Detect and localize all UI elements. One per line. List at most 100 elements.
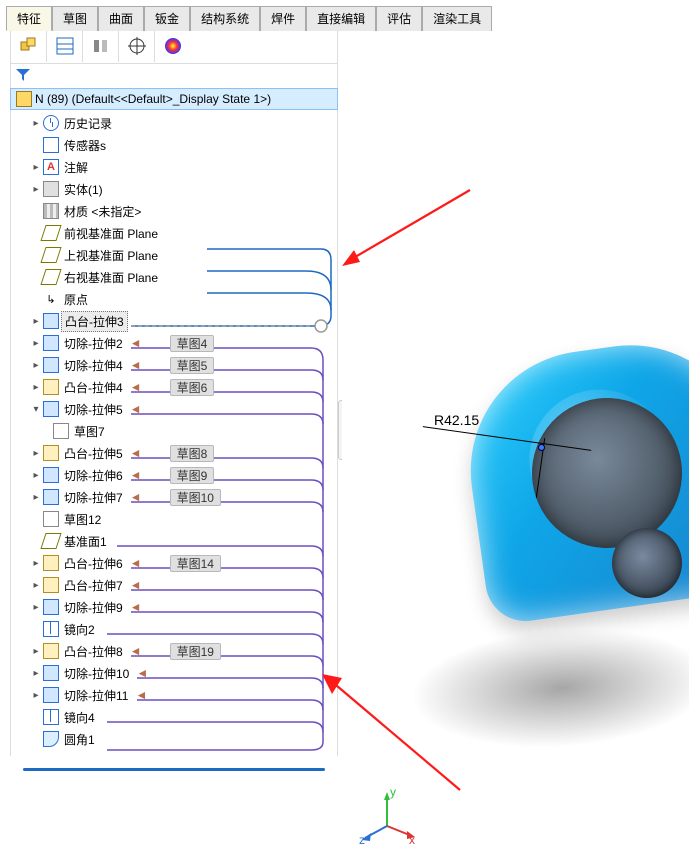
tree-tab-feature[interactable]: [11, 30, 47, 62]
plane-icon: [40, 247, 61, 263]
tab-sheetmetal[interactable]: 钣金: [144, 6, 190, 31]
node-history[interactable]: ▸历史记录: [11, 112, 337, 134]
fillet-icon: [43, 731, 59, 747]
annotation-icon: A: [43, 159, 59, 175]
node-boss-extrude8[interactable]: ▸凸台-拉伸8◄草图19: [11, 640, 337, 662]
tab-features[interactable]: 特征: [6, 6, 52, 31]
node-front-plane[interactable]: 前视基准面 Plane: [11, 222, 337, 244]
tab-weldment[interactable]: 焊件: [260, 6, 306, 31]
sketch-badge[interactable]: 草图9: [170, 467, 215, 484]
node-material[interactable]: 材质 <未指定>: [11, 200, 337, 222]
node-top-plane[interactable]: 上视基准面 Plane: [11, 244, 337, 266]
node-boss-extrude4[interactable]: ▸凸台-拉伸4◄草图6: [11, 376, 337, 398]
tab-structsys[interactable]: 结构系统: [190, 6, 260, 31]
material-icon: [43, 203, 59, 219]
error-icon: ◄: [130, 336, 142, 350]
tab-evaluate[interactable]: 评估: [376, 6, 422, 31]
node-cut-extrude10[interactable]: ▸切除-拉伸10◄: [11, 662, 337, 684]
tab-direct-edit[interactable]: 直接编辑: [306, 6, 376, 31]
rollback-bar[interactable]: [23, 768, 325, 771]
solid-body-icon: [43, 181, 59, 197]
sketch-icon: [43, 511, 59, 527]
error-icon: ◄: [130, 556, 142, 570]
boss-extrude-icon: [43, 379, 59, 395]
node-origin[interactable]: ↳原点: [11, 288, 337, 310]
command-tabbar: 特征 草图 曲面 钣金 结构系统 焊件 直接编辑 评估 渲染工具: [6, 6, 492, 31]
dimension-label[interactable]: R42.15: [434, 412, 479, 428]
node-boss-extrude5[interactable]: ▸凸台-拉伸5◄草图8: [11, 442, 337, 464]
sketch-badge[interactable]: 草图10: [170, 489, 221, 506]
history-icon: [43, 115, 59, 131]
sketch-badge[interactable]: 草图14: [170, 555, 221, 572]
node-boss-extrude3[interactable]: ▸凸台-拉伸3: [11, 310, 337, 332]
cut-extrude-icon: [43, 665, 59, 681]
node-annotations[interactable]: ▸A注解: [11, 156, 337, 178]
filter-icon[interactable]: [15, 67, 31, 86]
node-mirror4[interactable]: 镜向4: [11, 706, 337, 728]
annotation-arrow-bottom: [310, 660, 470, 810]
tree-tab-appearance[interactable]: [155, 30, 191, 62]
sketch-badge[interactable]: 草图8: [170, 445, 215, 462]
svg-text:x: x: [409, 833, 415, 846]
tree-tab-config[interactable]: [83, 30, 119, 62]
node-cut-extrude2[interactable]: ▸切除-拉伸2◄草图4: [11, 332, 337, 354]
boss-extrude-icon: [43, 445, 59, 461]
node-cut-extrude4[interactable]: ▸切除-拉伸4◄草图5: [11, 354, 337, 376]
cut-extrude-icon: [43, 401, 59, 417]
node-sensors[interactable]: 传感器s: [11, 134, 337, 156]
annotation-arrow-top: [330, 180, 480, 280]
svg-text:z: z: [359, 833, 365, 846]
error-icon: ◄: [130, 358, 142, 372]
sketch-badge[interactable]: 草图6: [170, 379, 215, 396]
feature-tree: ▸历史记录 传感器s ▸A注解 ▸实体(1) 材质 <未指定> 前视基准面 Pl…: [10, 110, 338, 756]
node-plane1[interactable]: 基准面1: [11, 530, 337, 552]
error-icon: ◄: [135, 688, 147, 702]
tab-render[interactable]: 渲染工具: [422, 6, 492, 31]
tab-sketch[interactable]: 草图: [52, 6, 98, 31]
error-icon: ◄: [130, 490, 142, 504]
node-boss-extrude7[interactable]: ▸凸台-拉伸7◄: [11, 574, 337, 596]
node-cut-extrude7[interactable]: ▸切除-拉伸7◄草图10: [11, 486, 337, 508]
error-icon: ◄: [130, 600, 142, 614]
error-icon: ◄: [130, 578, 142, 592]
cut-extrude-icon: [43, 335, 59, 351]
sketch-badge[interactable]: 草图5: [170, 357, 215, 374]
node-cut-extrude9[interactable]: ▸切除-拉伸9◄: [11, 596, 337, 618]
property-icon: [55, 36, 75, 56]
cut-extrude-icon: [43, 599, 59, 615]
tab-surfaces[interactable]: 曲面: [98, 6, 144, 31]
boss-extrude-icon: [43, 555, 59, 571]
tree-tab-dimxpert[interactable]: [119, 30, 155, 62]
target-icon: [127, 36, 147, 56]
node-fillet1[interactable]: 圆角1: [11, 728, 337, 750]
node-sketch12[interactable]: 草图12: [11, 508, 337, 530]
tree-tab-property[interactable]: [47, 30, 83, 62]
sketch-badge[interactable]: 草图19: [170, 643, 221, 660]
node-boss-extrude6[interactable]: ▸凸台-拉伸6◄草图14: [11, 552, 337, 574]
origin-icon: ↳: [43, 291, 59, 307]
sketch-badge[interactable]: 草图4: [170, 335, 215, 352]
mirror-icon: [43, 709, 59, 725]
error-icon: ◄: [130, 446, 142, 460]
node-cut-extrude5[interactable]: ▾切除-拉伸5◄: [11, 398, 337, 420]
boss-extrude-icon: [43, 313, 59, 329]
cut-extrude-icon: [43, 357, 59, 373]
dimension-point: [538, 444, 545, 451]
node-mirror2[interactable]: 镜向2: [11, 618, 337, 640]
node-cut-extrude6[interactable]: ▸切除-拉伸6◄草图9: [11, 464, 337, 486]
error-icon: ◄: [130, 380, 142, 394]
tree-root[interactable]: N (89) (Default<<Default>_Display State …: [10, 88, 338, 110]
filter-row: [10, 64, 338, 88]
sensor-icon: [43, 137, 59, 153]
boss-extrude-icon: [43, 643, 59, 659]
error-icon: ◄: [130, 468, 142, 482]
tree-root-label: N (89) (Default<<Default>_Display State …: [35, 92, 271, 106]
mirror-icon: [43, 621, 59, 637]
sketch-icon: [53, 423, 69, 439]
node-sketch7[interactable]: 草图7: [11, 420, 337, 442]
node-bodies[interactable]: ▸实体(1): [11, 178, 337, 200]
node-cut-extrude11[interactable]: ▸切除-拉伸11◄: [11, 684, 337, 706]
plane-icon: [40, 269, 61, 285]
node-right-plane[interactable]: 右视基准面 Plane: [11, 266, 337, 288]
plane-icon: [40, 533, 61, 549]
